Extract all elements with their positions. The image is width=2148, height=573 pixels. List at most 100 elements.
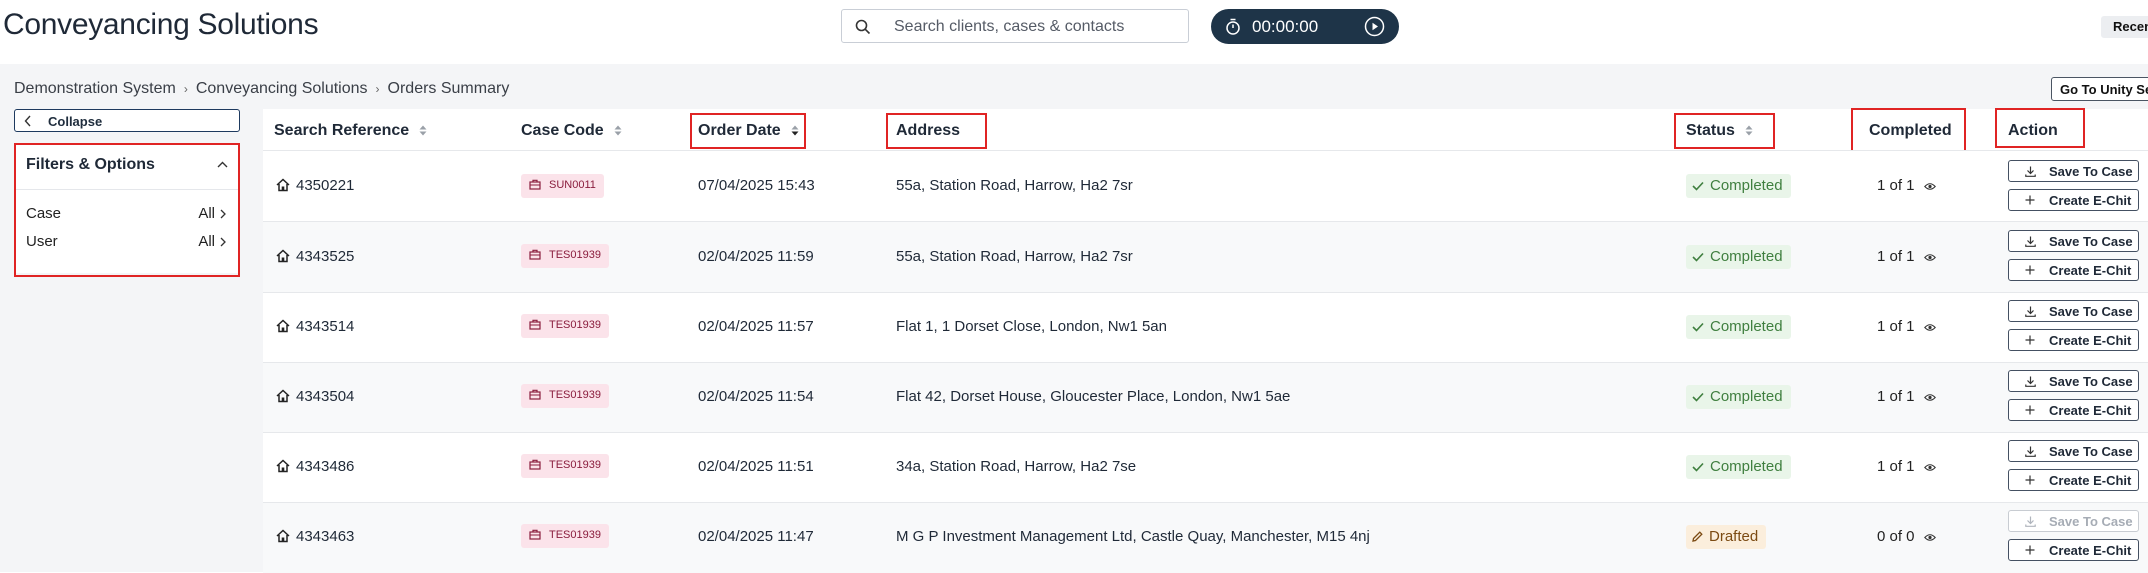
create-e-chit-button[interactable]: Create E-Chit <box>2008 539 2139 561</box>
case-code-badge[interactable]: SUN0011 <box>521 174 604 198</box>
download-icon <box>2025 306 2036 317</box>
search-reference-cell[interactable]: 4343463 <box>276 528 354 545</box>
case-code: TES01939 <box>549 319 601 331</box>
status-badge: Completed <box>1686 174 1791 198</box>
filters-title[interactable]: Filters & Options <box>26 156 155 174</box>
save-to-case-button[interactable]: Save To Case <box>2008 440 2139 462</box>
breadcrumb-item[interactable]: Conveyancing Solutions <box>196 80 368 98</box>
search-reference-cell[interactable]: 4343504 <box>276 388 354 405</box>
eye-icon[interactable] <box>1923 533 1936 542</box>
save-to-case-button: Save To Case <box>2008 510 2139 532</box>
eye-icon[interactable] <box>1923 253 1936 262</box>
plus-icon <box>2025 475 2035 485</box>
save-to-case-button[interactable]: Save To Case <box>2008 370 2139 392</box>
filter-value: All <box>198 205 215 222</box>
recent-button[interactable]: Recen <box>2101 16 2148 38</box>
download-icon <box>2025 516 2036 527</box>
create-e-chit-button[interactable]: Create E-Chit <box>2008 259 2139 281</box>
status-label: Drafted <box>1709 528 1759 545</box>
house-icon <box>276 389 290 403</box>
eye-icon[interactable] <box>1923 463 1936 472</box>
check-icon <box>1692 392 1704 402</box>
filter-label: Case <box>26 205 62 222</box>
case-code-badge[interactable]: TES01939 <box>521 384 609 408</box>
save-to-case-button[interactable]: Save To Case <box>2008 300 2139 322</box>
download-icon <box>2025 446 2036 457</box>
button-label: Save To Case <box>2049 444 2133 459</box>
column-header-case-code[interactable]: Case Code <box>521 122 622 140</box>
case-code-badge[interactable]: TES01939 <box>521 244 609 268</box>
case-code-badge[interactable]: TES01939 <box>521 454 609 478</box>
column-header-label: Case Code <box>521 122 604 139</box>
button-label: Create E-Chit <box>2049 473 2132 488</box>
order-date: 02/04/2025 11:47 <box>698 528 814 545</box>
order-date: 02/04/2025 11:57 <box>698 318 814 335</box>
button-label: Create E-Chit <box>2049 333 2132 348</box>
stopwatch-icon <box>1226 18 1240 35</box>
house-icon <box>276 459 290 473</box>
download-icon <box>2025 236 2036 247</box>
sort-icon[interactable] <box>1745 125 1753 136</box>
create-e-chit-button[interactable]: Create E-Chit <box>2008 399 2139 421</box>
chevron-right-icon <box>220 209 226 219</box>
sort-descending-icon[interactable] <box>791 125 799 136</box>
search-input[interactable] <box>892 16 1176 38</box>
order-date: 02/04/2025 11:59 <box>698 248 814 265</box>
download-icon <box>2025 166 2036 177</box>
completed-value: 1 of 1 <box>1877 318 1915 335</box>
timer-widget[interactable]: 00:00:00 <box>1211 9 1399 44</box>
button-label: Save To Case <box>2049 514 2133 529</box>
status-label: Completed <box>1710 388 1783 405</box>
column-header-status[interactable]: Status <box>1686 122 1753 140</box>
plus-icon <box>2025 265 2035 275</box>
sort-icon[interactable] <box>419 125 427 136</box>
global-search[interactable] <box>841 9 1189 43</box>
chevron-left-icon <box>24 115 31 127</box>
create-e-chit-button[interactable]: Create E-Chit <box>2008 469 2139 491</box>
check-icon <box>1692 462 1704 472</box>
save-to-case-button[interactable]: Save To Case <box>2008 230 2139 252</box>
address: Flat 42, Dorset House, Gloucester Place,… <box>896 388 1291 405</box>
completed-count: 1 of 1 <box>1877 458 1936 475</box>
sort-icon[interactable] <box>614 125 622 136</box>
briefcase-icon <box>529 529 541 540</box>
breadcrumb-current: Orders Summary <box>387 80 510 97</box>
column-header-order-date[interactable]: Order Date <box>698 122 799 140</box>
collapse-button[interactable]: Collapse <box>14 109 240 132</box>
eye-icon[interactable] <box>1923 393 1936 402</box>
completed-count: 1 of 1 <box>1877 177 1936 194</box>
case-code-badge[interactable]: TES01939 <box>521 314 609 338</box>
eye-icon[interactable] <box>1923 323 1936 332</box>
create-e-chit-button[interactable]: Create E-Chit <box>2008 189 2139 211</box>
search-reference-cell[interactable]: 4343486 <box>276 458 354 475</box>
breadcrumb: Demonstration System › Conveyancing Soluti… <box>14 80 509 98</box>
case-code-badge[interactable]: TES01939 <box>521 524 609 548</box>
save-to-case-button[interactable]: Save To Case <box>2008 160 2139 182</box>
chevron-up-icon[interactable] <box>217 161 228 168</box>
search-reference-cell[interactable]: 4343514 <box>276 318 354 335</box>
status-label: Completed <box>1710 458 1783 475</box>
briefcase-icon <box>529 319 541 330</box>
filters-panel: Filters & Options Case All User All <box>14 143 240 273</box>
go-to-unity-search-button[interactable]: Go To Unity Sea <box>2051 77 2148 101</box>
search-reference-cell[interactable]: 4350221 <box>276 177 354 194</box>
house-icon <box>276 249 290 263</box>
completed-count: 0 of 0 <box>1877 528 1936 545</box>
top-bar: Conveyancing Solutions 00:00:00 Recen <box>0 0 2148 56</box>
create-e-chit-button[interactable]: Create E-Chit <box>2008 329 2139 351</box>
pencil-icon <box>1692 531 1703 542</box>
filter-user[interactable]: User All <box>26 233 226 250</box>
filter-case[interactable]: Case All <box>26 205 226 222</box>
play-icon[interactable] <box>1364 16 1385 37</box>
status-label: Completed <box>1710 248 1783 265</box>
eye-icon[interactable] <box>1923 182 1936 191</box>
status-badge: Completed <box>1686 455 1791 479</box>
column-header-address: Address <box>896 122 960 140</box>
completed-value: 1 of 1 <box>1877 177 1915 194</box>
button-label: Save To Case <box>2049 374 2133 389</box>
search-reference: 4350221 <box>296 177 355 194</box>
plus-icon <box>2025 545 2035 555</box>
search-reference-cell[interactable]: 4343525 <box>276 248 354 265</box>
breadcrumb-item[interactable]: Demonstration System <box>14 80 176 98</box>
column-header-search-reference[interactable]: Search Reference <box>274 122 427 140</box>
